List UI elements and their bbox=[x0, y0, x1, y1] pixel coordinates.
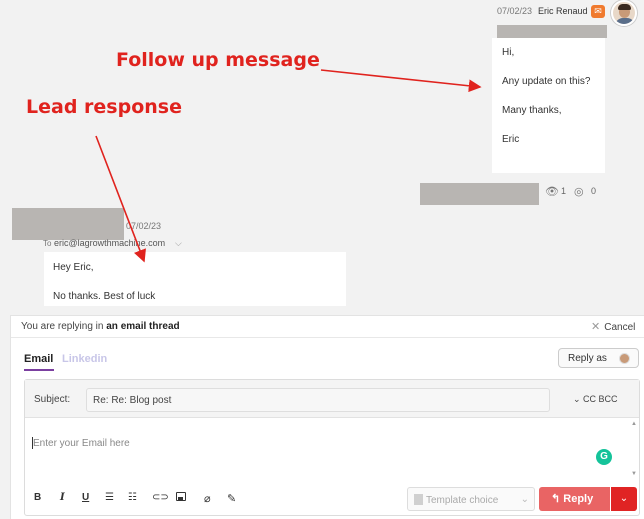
incoming-to-label: To bbox=[43, 239, 52, 248]
message-line: Hey Eric, bbox=[53, 262, 94, 273]
italic-icon[interactable]: I bbox=[60, 492, 65, 503]
sender-avatar bbox=[611, 0, 637, 26]
scroll-down-icon[interactable]: ▼ bbox=[631, 471, 637, 477]
reply-arrow-icon: ↰ bbox=[551, 493, 564, 505]
outgoing-date: 07/02/23 bbox=[497, 6, 533, 16]
redacted-block bbox=[12, 208, 124, 240]
image-icon[interactable] bbox=[176, 492, 186, 501]
annotation-follow-up: Follow up message bbox=[116, 49, 320, 71]
subject-row: Subject: Re: Re: Blog post ⌄ CC BCC bbox=[25, 380, 639, 418]
grammarly-icon[interactable]: G bbox=[596, 449, 612, 465]
reply-as-button[interactable]: Reply as bbox=[558, 348, 639, 368]
incoming-date: 07/02/23 bbox=[126, 221, 162, 231]
template-select[interactable]: Template choice ⌄ bbox=[407, 487, 535, 511]
avatar bbox=[619, 353, 630, 364]
numbered-list-icon[interactable]: ☷ bbox=[128, 492, 137, 503]
message-line: No thanks. Best of luck bbox=[53, 291, 156, 302]
underline-icon[interactable]: U bbox=[82, 492, 89, 503]
redacted-block bbox=[420, 183, 539, 205]
active-tab-indicator bbox=[24, 369, 54, 371]
scroll-up-icon[interactable]: ▲ bbox=[631, 421, 637, 427]
tab-email[interactable]: Email bbox=[24, 353, 53, 365]
message-line: Many thanks, bbox=[502, 105, 562, 116]
arrow-follow-up bbox=[320, 69, 482, 93]
redacted-block bbox=[497, 25, 607, 38]
subject-label: Subject: bbox=[34, 394, 71, 405]
eye-icon: 👁 bbox=[545, 186, 559, 198]
email-compose-box: Subject: Re: Re: Blog post ⌄ CC BCC Ente… bbox=[24, 379, 640, 516]
attachment-icon[interactable]: ⌀ bbox=[204, 492, 211, 505]
template-icon bbox=[414, 494, 423, 505]
bullet-list-icon[interactable]: ☰ bbox=[105, 492, 114, 503]
cancel-label: Cancel bbox=[604, 322, 636, 333]
message-line: Hi, bbox=[502, 47, 515, 58]
thread-type: an email thread bbox=[106, 321, 180, 332]
chevron-down-icon[interactable]: ⌵ bbox=[175, 238, 182, 249]
reply-button-label: Reply bbox=[563, 493, 594, 505]
format-toolbar: B I U ☰ ☷ ⊂⊃ ⌀ ✎ bbox=[25, 488, 255, 510]
reply-button[interactable]: ↰ Reply bbox=[539, 487, 610, 511]
reply-as-label: Reply as bbox=[568, 353, 607, 364]
close-icon: ✕ bbox=[591, 321, 601, 333]
thread-prefix: You are replying in bbox=[21, 321, 104, 332]
subject-input[interactable]: Re: Re: Blog post bbox=[86, 388, 550, 412]
open-count: 1 bbox=[561, 186, 567, 196]
click-icon: ◎ bbox=[574, 186, 584, 198]
signature-icon[interactable]: ✎ bbox=[227, 492, 236, 505]
template-placeholder: Template choice bbox=[426, 495, 499, 506]
bold-icon[interactable]: B bbox=[34, 492, 41, 503]
outgoing-sender-name: Eric Renaud bbox=[538, 6, 588, 16]
chevron-down-icon: ⌄ bbox=[573, 394, 584, 404]
email-body-input[interactable]: Enter your Email here bbox=[25, 419, 625, 479]
incoming-message-bubble: Hey Eric, No thanks. Best of luck bbox=[44, 252, 346, 306]
mail-icon: ✉ bbox=[591, 5, 605, 18]
scrollbar[interactable]: ▲ ▼ bbox=[629, 419, 639, 479]
cancel-button[interactable]: ✕ Cancel bbox=[591, 320, 635, 333]
cc-bcc-toggle[interactable]: ⌄ CC BCC bbox=[573, 394, 618, 405]
chevron-down-icon: ⌄ bbox=[619, 493, 629, 504]
message-line: Any update on this? bbox=[502, 76, 591, 87]
link-icon[interactable]: ⊂⊃ bbox=[152, 492, 169, 503]
chevron-down-icon: ⌄ bbox=[520, 494, 529, 505]
outgoing-message-bubble: Hi, Any update on this? Many thanks, Eri… bbox=[492, 38, 605, 173]
thread-info-bar: You are replying in an email thread ✕ Can… bbox=[11, 316, 644, 338]
reply-options-dropdown[interactable]: ⌄ bbox=[611, 487, 637, 511]
click-count: 0 bbox=[591, 186, 597, 196]
cc-bcc-label: CC BCC bbox=[583, 394, 618, 404]
tab-linkedin[interactable]: Linkedin bbox=[62, 353, 107, 365]
email-body-placeholder: Enter your Email here bbox=[33, 438, 130, 449]
message-line: Eric bbox=[502, 134, 520, 145]
annotation-lead-response: Lead response bbox=[26, 96, 182, 118]
reply-panel: You are replying in an email thread ✕ Can… bbox=[10, 315, 644, 519]
incoming-email-address: eric@lagrowthmachine.com bbox=[54, 238, 166, 248]
